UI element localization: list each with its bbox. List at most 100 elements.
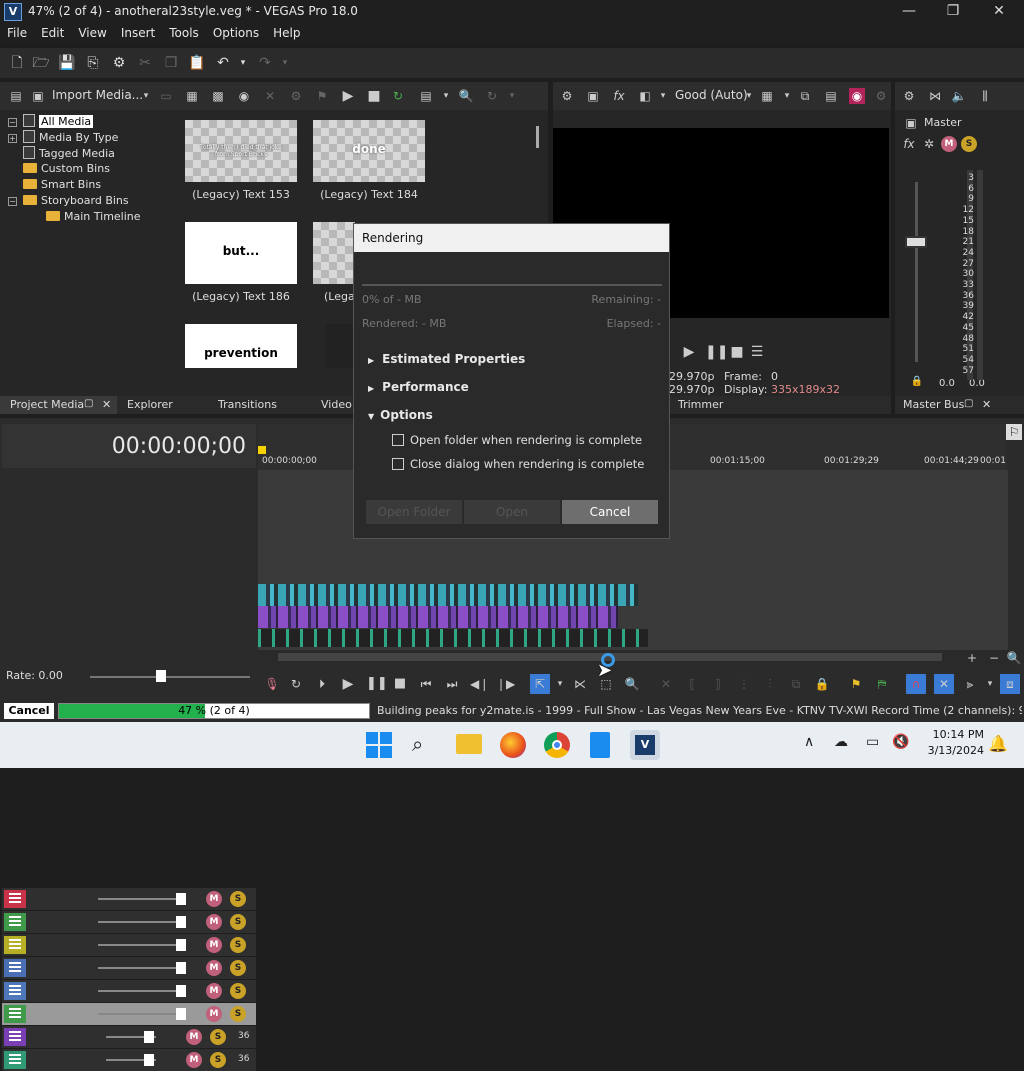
purple-clip-strip[interactable] bbox=[258, 606, 618, 628]
track-solo-icon[interactable]: S bbox=[230, 891, 246, 907]
track-solo-icon[interactable]: S bbox=[210, 1029, 226, 1045]
show-hidden-icons-icon[interactable]: ∧ bbox=[804, 734, 814, 750]
expand-icon[interactable]: + bbox=[8, 134, 17, 143]
paste-icon[interactable]: 📋 bbox=[188, 54, 206, 72]
track-menu-icon[interactable] bbox=[4, 1028, 26, 1046]
tab-close-icon[interactable]: ✕ bbox=[982, 398, 991, 411]
master-fx-icon[interactable]: fx bbox=[901, 136, 917, 152]
redo-icon[interactable]: ↷ bbox=[256, 54, 274, 72]
media-thumb-prevention[interactable]: prevention bbox=[185, 324, 297, 368]
zoom-in-icon[interactable]: + bbox=[964, 650, 980, 666]
track-header[interactable]: MS bbox=[2, 1003, 256, 1025]
go-to-start-icon[interactable]: ⏮ bbox=[418, 676, 434, 692]
render-as-icon[interactable]: ⎘ bbox=[84, 54, 102, 72]
track-level-slider[interactable] bbox=[98, 1008, 186, 1020]
cancel-button[interactable]: Cancel bbox=[562, 500, 658, 524]
preview-play-icon[interactable]: ▶ bbox=[681, 344, 697, 360]
track-mute-icon[interactable]: M bbox=[206, 891, 222, 907]
ripple-dropdown-icon[interactable]: ▾ bbox=[982, 676, 998, 692]
track-solo-icon[interactable]: S bbox=[230, 1006, 246, 1022]
undo-icon[interactable]: ↶ bbox=[214, 54, 232, 72]
tab-trimmer[interactable]: Trimmer bbox=[678, 398, 723, 411]
quality-dropdown-icon[interactable]: ▾ bbox=[741, 88, 757, 104]
open-folder-icon[interactable]: 🗁 bbox=[32, 54, 50, 72]
preview-play-icon[interactable]: ▶ bbox=[340, 88, 356, 104]
track-solo-icon[interactable]: S bbox=[230, 960, 246, 976]
views-icon[interactable]: ▤ bbox=[418, 88, 434, 104]
section-options[interactable]: ▼ Options bbox=[368, 408, 433, 422]
firefox-icon[interactable] bbox=[500, 732, 526, 758]
mixer-settings-icon[interactable]: ⚙ bbox=[901, 88, 917, 104]
media-thumb-video[interactable] bbox=[326, 324, 354, 368]
next-frame-icon[interactable]: ❘▶ bbox=[496, 676, 515, 692]
redo-dropdown-icon[interactable]: ▾ bbox=[276, 54, 294, 72]
media-plugin-icon[interactable]: ⚑ bbox=[314, 88, 330, 104]
maximize-button[interactable]: ❐ bbox=[930, 0, 976, 24]
lock-events-icon[interactable]: 🔒 bbox=[814, 676, 830, 692]
properties-gear-icon[interactable]: ⚙ bbox=[110, 54, 128, 72]
track-level-slider[interactable] bbox=[98, 916, 186, 928]
taskbar-date[interactable]: 3/13/2024 bbox=[924, 744, 984, 757]
get-media-icon[interactable]: ▦ bbox=[184, 88, 200, 104]
region-icon[interactable]: ⛿ bbox=[874, 676, 890, 692]
track-mute-icon[interactable]: M bbox=[206, 1006, 222, 1022]
tree-item-main-timeline[interactable]: Main Timeline bbox=[46, 210, 141, 226]
preview-settings-icon[interactable]: ⚙ bbox=[559, 88, 575, 104]
track-level-knob[interactable] bbox=[144, 1054, 154, 1066]
file-explorer-icon[interactable] bbox=[456, 734, 482, 754]
tab-maximize-icon[interactable]: ▢ bbox=[84, 398, 93, 409]
vegas-taskbar-button[interactable]: V bbox=[630, 730, 660, 760]
panel-menu-icon[interactable]: ▤ bbox=[8, 88, 24, 104]
tab-close-icon[interactable]: ✕ bbox=[102, 398, 111, 411]
track-header[interactable]: M S 36 bbox=[2, 1026, 256, 1048]
menu-edit[interactable]: Edit bbox=[34, 24, 71, 40]
undo-dropdown-icon[interactable]: ▾ bbox=[234, 54, 252, 72]
track-header[interactable]: MS bbox=[2, 888, 256, 910]
media-properties-icon[interactable]: ⚙ bbox=[288, 88, 304, 104]
track-solo-icon[interactable]: S bbox=[230, 914, 246, 930]
split-screen-icon[interactable]: ◧ bbox=[637, 88, 653, 104]
track-level-slider[interactable] bbox=[98, 962, 186, 974]
loop-icon[interactable]: ↻ bbox=[288, 676, 304, 692]
chrome-icon[interactable] bbox=[544, 732, 570, 758]
tab-transitions[interactable]: Transitions bbox=[218, 398, 277, 411]
zoom-tool-icon[interactable]: 🔍 bbox=[1006, 650, 1022, 666]
menu-view[interactable]: View bbox=[71, 24, 113, 40]
pause-icon[interactable]: ❚❚ bbox=[366, 676, 388, 692]
track-level-knob[interactable] bbox=[176, 962, 186, 974]
tab-project-media[interactable]: Project Media bbox=[0, 396, 117, 414]
track-level-knob[interactable] bbox=[144, 1031, 154, 1043]
downmix-icon[interactable]: ⋈ bbox=[927, 88, 943, 104]
ripple-edit-icon[interactable]: ⫸ bbox=[962, 676, 978, 692]
import-media-button[interactable]: Import Media... bbox=[52, 88, 143, 102]
zoom-tool-icon[interactable]: 🔍 bbox=[624, 676, 640, 692]
views-dropdown-icon[interactable]: ▾ bbox=[438, 88, 454, 104]
play-from-start-icon[interactable]: ⏵ bbox=[314, 676, 330, 692]
tree-item-media-by-type[interactable]: + Media By Type bbox=[8, 130, 118, 146]
track-level-slider[interactable] bbox=[98, 985, 186, 997]
split-dropdown-icon[interactable]: ▾ bbox=[655, 88, 671, 104]
preview-stop-icon[interactable]: ■ bbox=[729, 344, 745, 360]
track-menu-icon[interactable] bbox=[4, 890, 26, 908]
track-mute-icon[interactable]: M bbox=[206, 983, 222, 999]
mixer-faders-icon[interactable]: ⫼ bbox=[977, 88, 993, 104]
audio-clip-strip[interactable] bbox=[258, 629, 648, 647]
master-checkbox-icon[interactable]: ▣ bbox=[903, 115, 919, 131]
rate-slider[interactable] bbox=[90, 670, 250, 682]
timeline-timecode[interactable]: 00:00:00;00 bbox=[112, 434, 246, 459]
prev-frame-icon[interactable]: ◀❘ bbox=[470, 676, 489, 692]
snapping-magnet-icon[interactable]: ∩ bbox=[906, 674, 926, 694]
group-icon[interactable]: ⧉ bbox=[788, 676, 804, 692]
import-media-icon[interactable]: ▣ bbox=[30, 88, 46, 104]
track-menu-icon[interactable] bbox=[4, 959, 26, 977]
save-icon[interactable]: 💾 bbox=[58, 54, 76, 72]
master-solo-icon[interactable]: S bbox=[961, 136, 977, 152]
playhead-marker[interactable] bbox=[258, 446, 266, 454]
marker-icon[interactable]: ⚑ bbox=[848, 676, 864, 692]
video-clip-strip[interactable] bbox=[258, 584, 638, 606]
track-menu-icon[interactable] bbox=[4, 982, 26, 1000]
media-scrollbar-thumb[interactable] bbox=[536, 126, 539, 148]
overlays-dropdown-icon[interactable]: ▾ bbox=[779, 88, 795, 104]
open-folder-checkbox[interactable] bbox=[392, 434, 404, 446]
lock-envelopes-icon[interactable]: ⧈ bbox=[1000, 674, 1020, 694]
